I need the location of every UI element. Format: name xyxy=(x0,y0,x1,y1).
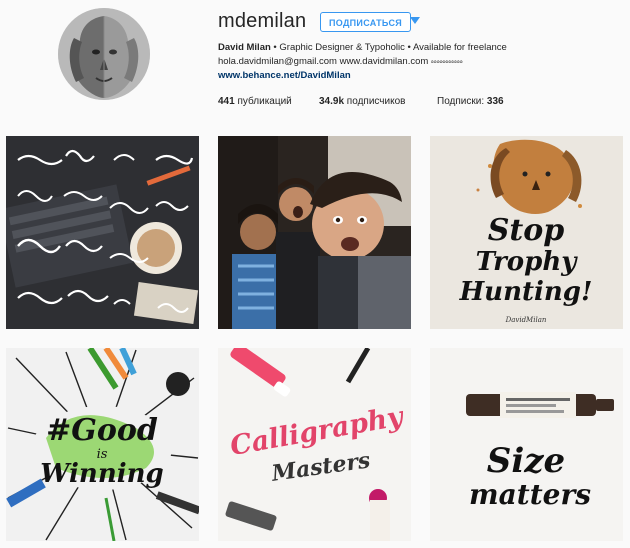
post-tile-1[interactable] xyxy=(6,136,199,329)
winning-text: Winning xyxy=(40,459,163,489)
post-image-good-is-winning: #Good is Winning xyxy=(6,348,199,541)
following-count: 336 xyxy=(486,96,504,107)
avatar[interactable] xyxy=(58,8,150,100)
bio: David Milan • Graphic Designer & Typohol… xyxy=(218,41,623,83)
triangle-down-icon xyxy=(410,17,420,24)
bio-line-3: www.behance.net/DavidMilan xyxy=(218,69,623,83)
following-label: Подписки: xyxy=(437,96,487,107)
bio-contact-extra: 𝇇𝇇𝇇𝇇𝇇𝇇𝇇𝇇𝇇𝇇𝇇 xyxy=(430,56,463,67)
hunting-text: Hunting! xyxy=(459,277,593,307)
following-stat[interactable]: Подписки: 336 xyxy=(437,96,504,107)
post-image-lettering-collection xyxy=(6,136,199,329)
post-tile-3[interactable]: Stop Trophy Hunting! DavidMilan xyxy=(430,136,623,329)
post-image-stop-trophy-hunting: Stop Trophy Hunting! DavidMilan xyxy=(430,136,623,329)
post-tile-5[interactable]: Calligraphy Masters xyxy=(218,348,411,541)
signature-text: DavidMilan xyxy=(505,316,547,324)
follow-button[interactable]: ПОДПИСАТЬСЯ xyxy=(320,12,412,32)
followers-count: 34.9k xyxy=(319,96,345,107)
profile-header: mdemilan ПОДПИСАТЬСЯ David Milan • Graph… xyxy=(0,0,630,130)
posts-label: публикаций xyxy=(234,96,292,107)
matters-text: matters xyxy=(469,478,591,511)
post-tile-6[interactable]: Size matters xyxy=(430,348,623,541)
post-image-calligraphy-masters: Calligraphy Masters xyxy=(218,348,411,541)
post-image-size-matters: Size matters xyxy=(430,348,623,541)
followers-stat[interactable]: 34.9k подписчиков xyxy=(319,96,405,107)
bio-tagline: • Graphic Designer & Typoholic • Availab… xyxy=(270,42,507,53)
posts-grid: Stop Trophy Hunting! DavidMilan #Good is… xyxy=(0,134,630,548)
post-tile-2[interactable] xyxy=(218,136,411,329)
username: mdemilan xyxy=(218,10,307,32)
posts-stat[interactable]: 441 публикаций xyxy=(218,96,292,107)
good-text: #Good xyxy=(46,413,158,448)
posts-count: 441 xyxy=(218,96,235,107)
stop-text: Stop xyxy=(488,213,565,248)
bio-line-2: hola.davidmilan@gmail.com www.davidmilan… xyxy=(218,55,623,69)
size-text: Size xyxy=(487,441,565,481)
bio-line-1: David Milan • Graphic Designer & Typohol… xyxy=(218,41,623,55)
profile-stats: 441 публикаций 34.9k подписчиков Подписк… xyxy=(218,96,623,110)
avatar-image xyxy=(58,8,150,100)
trophy-text: Trophy xyxy=(476,247,579,277)
full-name: David Milan xyxy=(218,42,271,53)
website-link[interactable]: www.behance.net/DavidMilan xyxy=(218,70,351,81)
bio-contact: hola.davidmilan@gmail.com www.davidmilan… xyxy=(218,56,431,67)
post-tile-4[interactable]: #Good is Winning xyxy=(6,348,199,541)
post-image-selfie xyxy=(218,136,411,329)
followers-label: подписчиков xyxy=(344,96,406,107)
dropdown-button[interactable] xyxy=(409,14,421,26)
